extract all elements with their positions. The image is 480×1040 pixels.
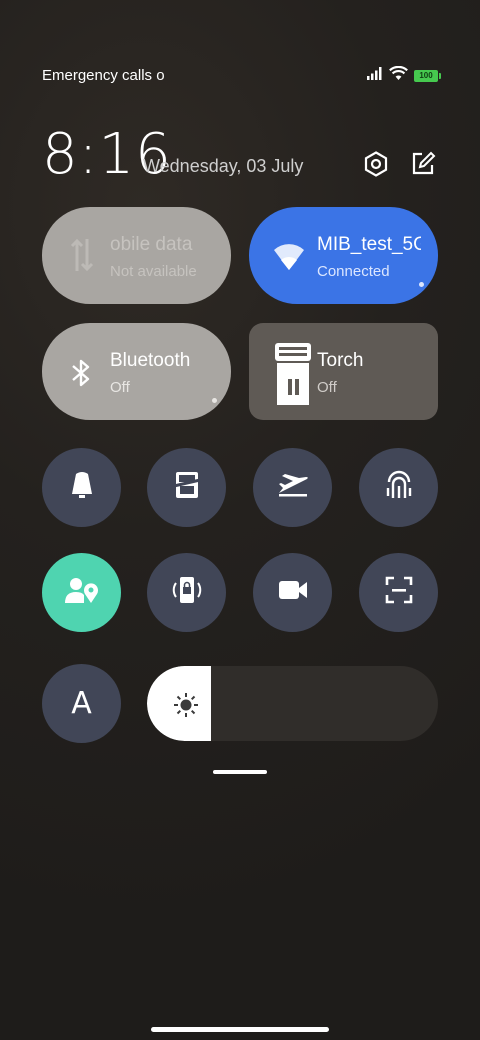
mobile-data-tile[interactable]: obile data Not available — [42, 207, 231, 304]
fingerprint-toggle[interactable] — [359, 448, 438, 527]
home-indicator[interactable] — [151, 1027, 329, 1032]
screenshot-toggle[interactable] — [147, 448, 226, 527]
rotation-lock-icon — [171, 575, 203, 610]
scan-icon — [385, 576, 413, 609]
scan-toggle[interactable] — [359, 553, 438, 632]
mobile-data-title: obile data — [110, 234, 193, 255]
brightness-slider[interactable] — [147, 666, 438, 741]
battery-icon: 100 — [414, 69, 441, 82]
edit-icon[interactable] — [408, 149, 438, 179]
wifi-status: Connected — [317, 263, 390, 280]
screenshot-icon — [172, 470, 202, 505]
wifi-tile[interactable]: MIB_test_5G Connected — [249, 207, 438, 304]
torch-title: Torch — [317, 350, 364, 371]
airplane-icon — [277, 473, 309, 502]
wifi-more-indicator — [419, 282, 424, 287]
bluetooth-more-indicator — [212, 398, 217, 403]
video-icon — [278, 579, 308, 606]
wifi-tile-icon — [273, 240, 305, 277]
mobile-data-status: Not available — [110, 263, 197, 280]
bluetooth-icon — [70, 358, 92, 393]
clock: 8:16 — [42, 122, 172, 187]
signal-icon — [367, 66, 383, 85]
status-icons: 100 — [367, 65, 441, 85]
battery-level: 100 — [419, 71, 433, 80]
location-icon — [64, 576, 99, 609]
bluetooth-title: Bluetooth — [110, 350, 191, 371]
font-size-label: A — [71, 686, 92, 721]
bell-icon — [68, 470, 96, 505]
font-size-button[interactable]: A — [42, 664, 121, 743]
settings-icon[interactable] — [361, 149, 391, 179]
torch-tile[interactable]: Torch Off — [249, 323, 438, 420]
rotation-lock-toggle[interactable] — [147, 553, 226, 632]
mobile-data-icon — [70, 237, 94, 278]
panel-drag-handle[interactable] — [213, 770, 267, 774]
date: Wednesday, 03 July — [143, 156, 304, 176]
location-toggle[interactable] — [42, 553, 121, 632]
sun-icon — [173, 692, 199, 723]
status-carrier-text: Emergency calls o — [42, 67, 165, 84]
video-toggle[interactable] — [253, 553, 332, 632]
bluetooth-status: Off — [110, 379, 130, 396]
torch-status: Off — [317, 379, 337, 396]
torch-icon — [273, 341, 313, 412]
bluetooth-tile[interactable]: Bluetooth Off — [42, 323, 231, 420]
wifi-icon — [389, 65, 408, 85]
wifi-network-name: MIB_test_5G — [317, 234, 421, 255]
fingerprint-icon — [385, 470, 413, 505]
bell-toggle[interactable] — [42, 448, 121, 527]
airplane-toggle[interactable] — [253, 448, 332, 527]
